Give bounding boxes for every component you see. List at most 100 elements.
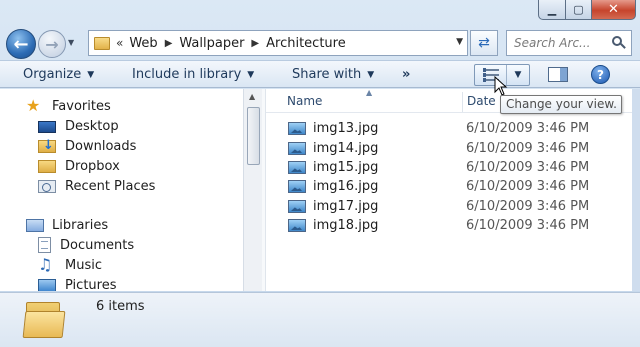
sidebar-item-label: Recent Places [65,178,156,194]
breadcrumb-separator-icon[interactable]: ▶ [165,38,173,49]
refresh-button[interactable]: ⇄ [470,30,498,56]
image-file-icon [288,180,306,193]
sidebar-item-label: Documents [60,237,135,253]
address-bar[interactable]: « Web ▶ Wallpaper ▶ Architecture ▼ [88,30,468,56]
sidebar-item-music[interactable]: ♫ Music [38,256,102,274]
search-icon[interactable] [612,36,626,50]
music-icon: ♫ [38,255,53,274]
sidebar-item-pictures[interactable]: Pictures [38,276,116,291]
file-date: 6/10/2009 3:46 PM [466,160,590,175]
file-name: img13.jpg [313,121,379,136]
minimize-icon: ▁ [547,3,557,16]
view-tooltip: Change your view. [500,95,622,114]
file-name: img16.jpg [313,179,379,194]
forward-button[interactable]: → [38,30,66,58]
share-with-label: Share with [292,67,362,82]
explorer-window: ▁ ▢ ✕ ← → ▼ « Web ▶ Wallpaper ▶ Architec… [0,0,640,347]
scroll-up-icon[interactable]: ▲ [249,92,255,101]
file-date: 6/10/2009 3:46 PM [466,141,590,156]
help-icon[interactable]: ? [591,65,610,84]
maximize-button[interactable]: ▢ [566,0,592,20]
image-file-icon [288,142,306,155]
file-row[interactable]: img18.jpg 6/10/2009 3:46 PM [288,216,628,235]
chevron-down-icon: ▼ [68,38,75,47]
column-header-date[interactable]: Date [467,94,496,108]
sidebar-libraries[interactable]: Libraries [26,216,108,234]
file-name: img17.jpg [313,199,379,214]
search-input[interactable] [514,36,612,50]
file-date: 6/10/2009 3:46 PM [466,179,590,194]
pictures-icon [38,278,56,291]
sidebar-item-label: Music [65,257,102,273]
file-row[interactable]: img14.jpg 6/10/2009 3:46 PM [288,139,628,158]
details-pane: 6 items [0,292,640,347]
documents-icon [38,237,51,253]
sidebar-item-dropbox[interactable]: Dropbox [38,157,120,175]
window-border [632,89,640,291]
sort-ascending-icon: ▲ [366,89,373,97]
search-box[interactable] [506,30,632,56]
file-name: img14.jpg [313,141,379,156]
include-in-library-label: Include in library [132,67,242,82]
file-name: img18.jpg [313,218,379,233]
navigation-pane: ★ Favorites Desktop Downloads Dropbox Re… [0,89,243,291]
item-count: 6 items [96,299,145,314]
back-button[interactable]: ← [6,29,36,59]
back-arrow-icon: ← [13,33,29,55]
breadcrumb-architecture[interactable]: Architecture [266,36,346,51]
navigation-bar: ← → ▼ « Web ▶ Wallpaper ▶ Architecture ▼… [0,26,640,59]
sidebar-libraries-label: Libraries [52,217,109,233]
caption-buttons: ▁ ▢ ✕ [538,0,636,20]
file-row[interactable]: img13.jpg 6/10/2009 3:46 PM [288,119,628,138]
share-with-menu[interactable]: Share with ▼ [292,67,374,82]
chevron-down-icon: ▼ [367,69,375,80]
minimize-button[interactable]: ▁ [538,0,566,20]
file-row[interactable]: img16.jpg 6/10/2009 3:46 PM [288,177,628,196]
desktop-icon [38,121,56,133]
file-row[interactable]: img15.jpg 6/10/2009 3:46 PM [288,158,628,177]
sidebar-item-documents[interactable]: Documents [38,236,134,254]
libraries-icon [26,218,44,232]
image-file-icon [288,122,306,135]
column-header-name[interactable]: Name [287,94,322,108]
file-date: 6/10/2009 3:46 PM [466,218,590,233]
breadcrumb-wallpaper[interactable]: Wallpaper [179,36,244,51]
folder-large-icon [22,299,66,339]
file-row[interactable]: img17.jpg 6/10/2009 3:46 PM [288,197,628,216]
refresh-icon: ⇄ [478,35,490,51]
file-list: Name ▲ Date img13.jpg 6/10/2009 3:46 PM … [266,89,632,291]
sidebar-favorites-label: Favorites [52,98,111,114]
file-name: img15.jpg [313,160,379,175]
column-divider[interactable] [462,92,463,112]
forward-arrow-icon: → [45,34,59,54]
sidebar-item-label: Dropbox [65,158,120,174]
preview-pane-icon[interactable] [548,67,568,82]
more-commands-button[interactable]: » [402,67,410,82]
include-in-library-menu[interactable]: Include in library ▼ [132,67,254,82]
recent-places-icon [38,179,56,193]
chevron-down-icon: ▼ [87,69,95,80]
address-dropdown-icon[interactable]: ▼ [456,37,463,47]
navigation-pane-scrollbar[interactable]: ▲ [243,89,262,291]
image-file-icon [288,219,306,232]
sidebar-item-downloads[interactable]: Downloads [38,137,136,155]
recent-pages-dropdown[interactable]: ▼ [68,38,80,50]
close-icon: ✕ [608,2,619,17]
breadcrumb-web[interactable]: Web [129,36,157,51]
breadcrumb-separator-icon[interactable]: ▶ [251,38,259,49]
folder-icon [94,36,110,50]
command-bar: Organize ▼ Include in library ▼ Share with… [0,60,640,88]
breadcrumb-overflow[interactable]: « [116,36,123,50]
organize-menu[interactable]: Organize ▼ [23,67,94,82]
sidebar-favorites[interactable]: ★ Favorites [26,97,111,115]
scrollbar-thumb[interactable] [247,107,260,165]
sidebar-item-desktop[interactable]: Desktop [38,117,119,135]
close-button[interactable]: ✕ [592,0,636,20]
mouse-cursor-icon [494,76,508,96]
file-date: 6/10/2009 3:46 PM [466,199,590,214]
image-file-icon [288,200,306,213]
sidebar-item-label: Pictures [65,277,117,292]
sidebar-item-label: Downloads [65,138,137,154]
view-dropdown-icon[interactable]: ▼ [507,65,529,85]
sidebar-item-recent-places[interactable]: Recent Places [38,177,155,195]
